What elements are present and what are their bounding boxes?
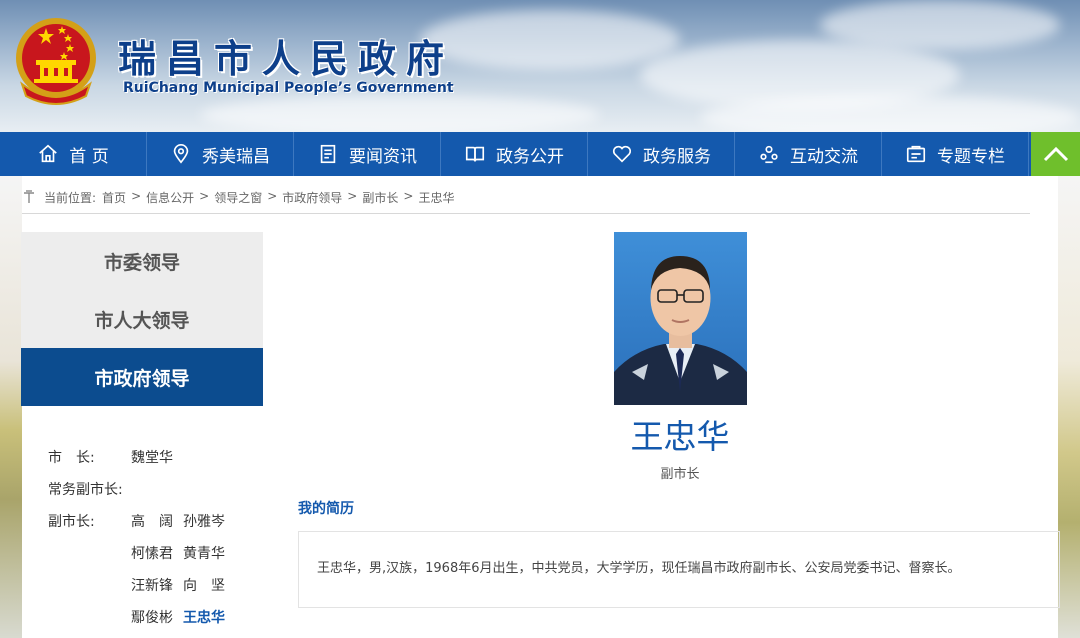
bio-heading: 我的简历 bbox=[298, 501, 354, 517]
breadcrumb-separator: > bbox=[199, 189, 210, 203]
leader-name-link[interactable]: 黄青华 bbox=[183, 543, 235, 563]
leader-name-link[interactable]: 鄢俊彬 bbox=[131, 607, 183, 627]
heart-icon bbox=[612, 145, 632, 163]
leader-name-link[interactable]: 魏堂华 bbox=[131, 447, 183, 467]
breadcrumb-separator: > bbox=[347, 189, 358, 203]
role-label: 常务副市长: bbox=[48, 482, 123, 498]
leader-row: 市 长: 魏堂华 bbox=[48, 441, 268, 473]
nav-gov-open[interactable]: 政务公开 bbox=[441, 132, 588, 176]
site-header: 瑞昌市人民政府 RuiChang Municipal People’s Gove… bbox=[0, 0, 1080, 132]
scroll-top-button[interactable] bbox=[1031, 132, 1080, 176]
nav-interaction[interactable]: 互动交流 bbox=[735, 132, 882, 176]
role-label: 副市长: bbox=[48, 514, 95, 530]
nav-news[interactable]: 要闻资讯 bbox=[294, 132, 441, 176]
home-icon bbox=[39, 144, 58, 163]
leader-name: 王忠华 bbox=[630, 417, 730, 456]
leader-portrait bbox=[614, 232, 747, 405]
people-icon bbox=[760, 145, 778, 164]
right-decoration bbox=[1058, 176, 1080, 638]
bio-box: 王忠华，男,汉族，1968年6月出生，中共党员，大学学历，现任瑞昌市政府副市长、… bbox=[298, 531, 1060, 608]
nav-special[interactable]: 专题专栏 bbox=[882, 132, 1029, 176]
leader-row: 副市长: 高 阔 孙雅岑 bbox=[48, 505, 268, 537]
leader-row: 柯愫君 黄青华 bbox=[48, 537, 268, 569]
breadcrumb-link[interactable]: 首页 bbox=[102, 189, 126, 206]
site-subtitle: RuiChang Municipal People’s Government bbox=[123, 80, 454, 96]
breadcrumb-link[interactable]: 信息公开 bbox=[146, 189, 194, 206]
leader-row: 鄢俊彬 王忠华 bbox=[48, 601, 268, 633]
nav-label: 要闻资讯 bbox=[349, 146, 417, 167]
nav-label: 互动交流 bbox=[790, 146, 858, 167]
leader-name-link[interactable]: 向 坚 bbox=[183, 575, 235, 595]
breadcrumb-prefix: 当前位置: bbox=[44, 191, 97, 205]
leader-position: 副市长 bbox=[660, 467, 700, 482]
menu-npc-leaders[interactable]: 市人大领导 bbox=[21, 290, 263, 348]
nav-home[interactable]: 首 页 bbox=[0, 132, 147, 176]
nav-label: 秀美瑞昌 bbox=[202, 146, 270, 167]
book-icon bbox=[465, 146, 485, 162]
leader-name-link[interactable]: 高 阔 bbox=[131, 511, 183, 531]
leader-name-link[interactable]: 孙雅岑 bbox=[183, 511, 235, 531]
nav-label: 首 页 bbox=[69, 146, 109, 167]
leader-name-link[interactable]: 汪新锋 bbox=[131, 575, 183, 595]
location-pin-icon bbox=[173, 144, 189, 164]
breadcrumb-link[interactable]: 副市长 bbox=[362, 189, 398, 206]
left-menu: 市委领导 市人大领导 市政府领导 bbox=[21, 232, 263, 406]
chevron-up-icon bbox=[1043, 146, 1068, 162]
breadcrumb-current: 王忠华 bbox=[418, 191, 455, 205]
nav-label: 政务公开 bbox=[496, 146, 564, 167]
main-nav: 首 页 秀美瑞昌 要闻资讯 政务公开 政务服务 互动交流 专题专栏 bbox=[0, 132, 1080, 176]
nav-label: 政务服务 bbox=[643, 146, 711, 167]
nav-scenery[interactable]: 秀美瑞昌 bbox=[147, 132, 294, 176]
leader-name-link[interactable]: 柯愫君 bbox=[131, 543, 183, 563]
breadcrumb-separator: > bbox=[403, 189, 414, 203]
location-marker-icon bbox=[24, 190, 34, 203]
document-icon bbox=[320, 144, 336, 164]
leader-list: 市 长: 魏堂华 常务副市长: 副市长: 高 阔 孙雅岑 柯愫君 黄青华 汪新锋… bbox=[48, 441, 268, 633]
breadcrumb-separator: > bbox=[131, 189, 142, 203]
nav-label: 专题专栏 bbox=[937, 146, 1005, 167]
leader-name-link-current[interactable]: 王忠华 bbox=[183, 607, 235, 627]
leader-row: 汪新锋 向 坚 bbox=[48, 569, 268, 601]
left-decoration bbox=[0, 176, 22, 638]
breadcrumb: 当前位置: 首页 > 信息公开 > 领导之窗 > 市政府领导 > 副市长 > 王… bbox=[22, 189, 1030, 214]
national-emblem-icon bbox=[16, 18, 96, 105]
breadcrumb-link[interactable]: 市政府领导 bbox=[282, 189, 342, 206]
breadcrumb-separator: > bbox=[267, 189, 278, 203]
nav-gov-service[interactable]: 政务服务 bbox=[588, 132, 735, 176]
menu-party-leaders[interactable]: 市委领导 bbox=[21, 232, 263, 290]
role-label: 市 长: bbox=[48, 450, 95, 466]
site-title: 瑞昌市人民政府 bbox=[118, 37, 455, 81]
tray-icon bbox=[906, 145, 926, 163]
leader-row: 常务副市长: bbox=[48, 473, 268, 505]
menu-gov-leaders[interactable]: 市政府领导 bbox=[21, 348, 263, 406]
breadcrumb-link[interactable]: 领导之窗 bbox=[214, 189, 262, 206]
bio-text: 王忠华，男,汉族，1968年6月出生，中共党员，大学学历，现任瑞昌市政府副市长、… bbox=[317, 561, 961, 576]
